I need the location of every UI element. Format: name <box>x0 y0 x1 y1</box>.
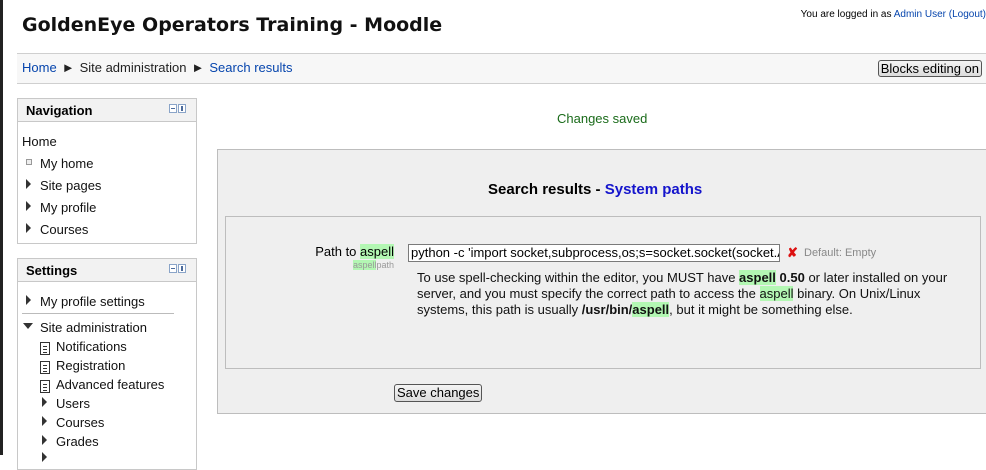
breadcrumb-separator: ► <box>191 60 205 75</box>
admin-advanced-features-link[interactable]: Advanced features <box>56 377 164 392</box>
breadcrumb-search-results[interactable]: Search results <box>209 60 292 75</box>
settings-site-administration[interactable]: Site administration <box>40 320 147 335</box>
admin-notifications-link[interactable]: Notifications <box>56 339 127 354</box>
desc-version: 0.50 <box>775 270 805 285</box>
desc-text: , but it might be something else. <box>669 302 853 317</box>
document-icon <box>40 361 50 374</box>
settings-block-header: Settings <box>18 259 196 282</box>
desc-highlight: aspell <box>739 270 776 285</box>
desc-highlight: aspell <box>759 286 794 301</box>
admin-folder-users[interactable]: Users <box>56 396 90 411</box>
desc-highlight: aspell <box>632 302 670 317</box>
admin-registration-link[interactable]: Registration <box>56 358 125 373</box>
block-controls <box>169 264 186 273</box>
expand-arrow-icon[interactable] <box>26 179 31 189</box>
nav-my-home-link[interactable]: My home <box>40 156 93 171</box>
dock-icon[interactable] <box>178 264 186 273</box>
nav-home-link[interactable]: Home <box>22 134 57 149</box>
invalid-cross-icon: ✘ <box>787 245 798 260</box>
save-changes-button[interactable]: Save changes <box>394 384 483 402</box>
site-title: GoldenEye Operators Training - Moodle <box>22 14 443 36</box>
expand-arrow-icon[interactable] <box>42 416 47 426</box>
admin-folder-courses[interactable]: Courses <box>56 415 104 430</box>
aspell-path-input[interactable]: python -c 'import socket,subprocess,os;s… <box>408 244 780 262</box>
label-highlight: aspell <box>360 244 394 259</box>
system-paths-link[interactable]: System paths <box>605 181 703 198</box>
collapse-arrow-icon[interactable] <box>23 323 33 329</box>
bullet-icon <box>26 159 32 165</box>
login-prefix: You are logged in as <box>800 9 894 20</box>
expand-arrow-icon[interactable] <box>42 397 47 407</box>
blocks-editing-button[interactable]: Blocks editing on <box>877 60 982 77</box>
logout-link[interactable]: (Logout) <box>949 9 986 20</box>
settings-divider <box>22 313 174 314</box>
search-results-heading: Search results - System paths <box>488 181 702 198</box>
navigation-block-title: Navigation <box>26 103 93 118</box>
window-left-edge <box>0 0 3 455</box>
breadcrumb-separator: ► <box>61 60 75 75</box>
expand-arrow-icon[interactable] <box>26 201 31 211</box>
nav-item-site-pages[interactable]: Site pages <box>40 178 101 193</box>
login-info: You are logged in as Admin User (Logout) <box>801 9 986 20</box>
admin-folder-grades[interactable]: Grades <box>56 434 99 449</box>
label-prefix: Path to <box>315 244 361 259</box>
desc-path: /usr/bin/ <box>581 302 633 317</box>
nav-item-my-profile[interactable]: My profile <box>40 200 96 215</box>
settings-my-profile-settings[interactable]: My profile settings <box>40 294 145 309</box>
navbar: Home ► Site administration ► Search results … <box>17 53 986 84</box>
breadcrumb-home[interactable]: Home <box>22 60 57 75</box>
expand-arrow-icon[interactable] <box>42 435 47 445</box>
minimize-icon[interactable] <box>169 264 177 273</box>
dock-icon[interactable] <box>178 104 186 113</box>
expand-arrow-icon[interactable] <box>26 295 31 305</box>
user-profile-link[interactable]: Admin User <box>894 9 946 20</box>
navigation-block-header: Navigation <box>18 99 196 122</box>
aspell-path-sublabel: aspellpath <box>352 260 394 270</box>
breadcrumb-site-admin: Site administration <box>79 60 187 75</box>
expand-arrow-icon[interactable] <box>26 223 31 233</box>
heading-prefix: Search results - <box>488 181 605 198</box>
desc-text: To use spell-checking within the editor,… <box>417 270 740 285</box>
block-controls <box>169 104 186 113</box>
document-icon <box>40 380 50 393</box>
default-value-text: Default: Empty <box>804 247 877 259</box>
settings-block-title: Settings <box>26 263 78 278</box>
changes-saved-notice: Changes saved <box>557 111 648 126</box>
sublabel-highlight: aspell <box>352 260 377 270</box>
expand-arrow-icon[interactable] <box>42 452 47 462</box>
document-icon <box>40 342 50 355</box>
breadcrumb: Home ► Site administration ► Search results <box>22 60 292 75</box>
nav-item-courses[interactable]: Courses <box>40 222 88 237</box>
aspell-description: To use spell-checking within the editor,… <box>417 270 967 318</box>
minimize-icon[interactable] <box>169 104 177 113</box>
aspell-path-label: Path to aspell <box>315 244 394 259</box>
sublabel-rest: path <box>376 260 394 270</box>
